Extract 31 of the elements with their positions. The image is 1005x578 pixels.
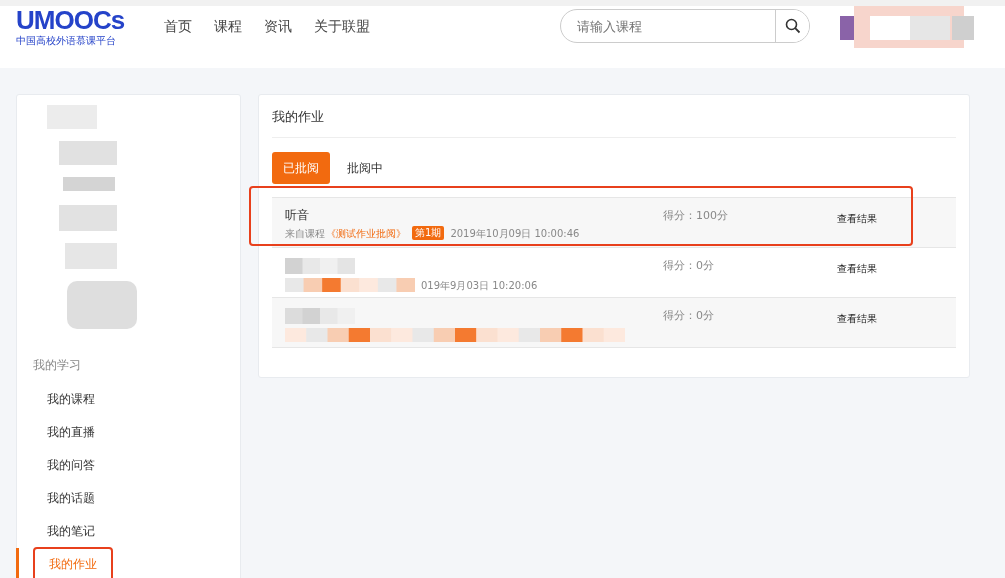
view-result-link[interactable]: 查看结果 bbox=[837, 312, 877, 326]
blurred-area bbox=[285, 308, 355, 324]
nav-link[interactable]: 课程 bbox=[214, 18, 242, 36]
view-result-link[interactable]: 查看结果 bbox=[837, 212, 877, 226]
card-title: 我的作业 bbox=[272, 95, 956, 138]
logo-subtitle: 中国高校外语慕课平台 bbox=[16, 34, 117, 48]
sidebar-item[interactable]: 我的课程 bbox=[47, 388, 95, 410]
score-text: 得分：100分 bbox=[663, 208, 729, 223]
tab[interactable]: 批阅中 bbox=[336, 152, 394, 184]
search-icon bbox=[784, 18, 801, 34]
submit-date: 2019年10月09日 10:00:46 bbox=[450, 226, 580, 240]
section-title: 我的学习 bbox=[33, 357, 82, 374]
submit-date: 019年9月03日 10:20:06 bbox=[421, 278, 538, 292]
search-box[interactable]: 请输入课程 bbox=[560, 9, 810, 43]
blurred-area bbox=[285, 258, 355, 274]
logo[interactable]: UMOOCs bbox=[16, 6, 164, 34]
sidebar-item[interactable]: 我的问答 bbox=[47, 454, 95, 476]
nav-link[interactable]: 关于联盟 bbox=[314, 18, 370, 36]
search-field[interactable]: 请输入课程 bbox=[561, 10, 775, 42]
sidebar-item[interactable]: 我的笔记 bbox=[47, 520, 95, 542]
sidebar-item[interactable]: 我的直播 bbox=[47, 421, 95, 443]
term-badge: 第1期 bbox=[412, 226, 445, 240]
source-label: 来自课程 bbox=[285, 226, 325, 240]
score-text: 得分：0分 bbox=[663, 258, 715, 273]
search-button[interactable] bbox=[775, 10, 809, 42]
sidebar-item[interactable]: 我的话题 bbox=[47, 487, 95, 509]
view-result-link[interactable]: 查看结果 bbox=[837, 262, 877, 276]
nav-link[interactable]: 首页 bbox=[164, 18, 192, 36]
nav-link[interactable]: 资讯 bbox=[264, 18, 292, 36]
score-text: 得分：0分 bbox=[663, 308, 715, 323]
assignment-title: 听音 bbox=[285, 208, 310, 222]
